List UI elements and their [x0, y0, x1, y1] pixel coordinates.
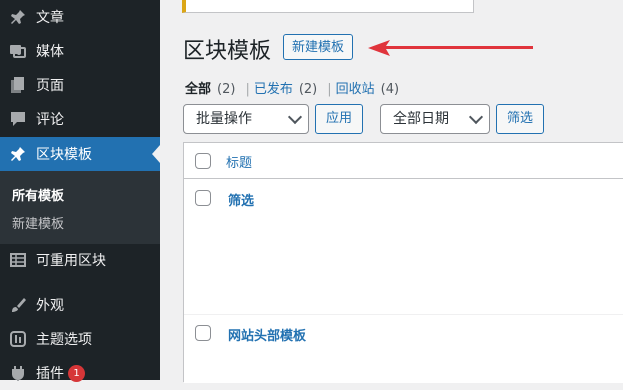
admin-notice: [182, 0, 474, 13]
row-title-link[interactable]: 网站头部模板: [228, 325, 306, 344]
apply-button[interactable]: 应用: [315, 104, 363, 134]
nav-label: 评论: [36, 112, 64, 128]
filter-separator: |: [245, 82, 250, 97]
table-row: 筛选: [184, 179, 623, 315]
comment-icon: [8, 109, 28, 129]
nav-plugins[interactable]: 插件 1: [0, 356, 160, 390]
column-header-title[interactable]: 标题: [226, 152, 252, 171]
templates-table: 标题 筛选 网站头部模板: [183, 142, 623, 383]
row-checkbox[interactable]: [195, 325, 211, 341]
filter-trash[interactable]: 回收站: [336, 82, 375, 97]
nav-appearance[interactable]: 外观: [0, 288, 160, 322]
pin-icon: [8, 7, 28, 27]
chevron-down-icon: [468, 109, 484, 125]
status-filter-links: 全部 (2) | 已发布 (2) | 回收站 (4): [185, 78, 399, 97]
row-title-link[interactable]: 筛选: [228, 190, 254, 209]
nav-reusable-blocks[interactable]: 可重用区块: [0, 243, 160, 277]
page-title: 区块模板: [183, 39, 272, 64]
select-all-checkbox[interactable]: [195, 153, 211, 169]
nav-label: 区块模板: [36, 147, 92, 163]
filter-trash-count: (4): [380, 82, 400, 97]
update-count-badge: 1: [68, 365, 85, 382]
bulk-action-value: 批量操作: [196, 111, 252, 127]
table-row: 网站头部模板: [184, 315, 623, 383]
theme-options-icon: [8, 329, 28, 349]
bulk-action-select[interactable]: 批量操作: [183, 104, 309, 134]
submenu-add-new-template[interactable]: 新建模板: [12, 213, 64, 232]
filter-separator: |: [327, 82, 332, 97]
admin-sidebar: 文章 媒体 页面 评论 区块模板 所有模板 新建模板 可重用区块 外观 主题选项…: [0, 0, 160, 382]
nav-media[interactable]: 媒体: [0, 34, 160, 68]
nav-label: 媒体: [36, 44, 64, 60]
add-new-template-button[interactable]: 新建模板: [283, 34, 354, 60]
submenu-all-templates[interactable]: 所有模板: [12, 185, 64, 204]
plugin-icon: [8, 363, 28, 383]
filter-all-count: (2): [217, 82, 236, 97]
filter-published[interactable]: 已发布: [254, 82, 293, 97]
arrow-annotation-icon: [368, 40, 533, 56]
nav-label: 主题选项: [36, 332, 92, 348]
table-header: 标题: [184, 143, 623, 179]
nav-label: 外观: [36, 298, 64, 314]
nav-block-templates[interactable]: 区块模板: [0, 137, 160, 171]
page-icon: [8, 75, 28, 95]
filter-button[interactable]: 筛选: [496, 104, 544, 134]
nav-label: 页面: [36, 78, 64, 94]
nav-pages[interactable]: 页面: [0, 68, 160, 102]
nav-label: 文章: [36, 10, 64, 26]
nav-label: 可重用区块: [36, 253, 106, 269]
date-filter-value: 全部日期: [393, 111, 449, 127]
nav-comments[interactable]: 评论: [0, 102, 160, 136]
media-icon: [8, 41, 28, 61]
nav-label: 插件 1: [36, 363, 85, 383]
filter-published-count: (2): [298, 82, 318, 97]
chevron-down-icon: [287, 109, 303, 125]
block-templates-submenu: 所有模板 新建模板: [0, 171, 160, 244]
filter-all[interactable]: 全部: [185, 82, 211, 97]
nav-posts[interactable]: 文章: [0, 0, 160, 34]
pin-icon: [8, 144, 28, 164]
brush-icon: [8, 295, 28, 315]
date-filter-select[interactable]: 全部日期: [380, 104, 490, 134]
nav-theme-options[interactable]: 主题选项: [0, 322, 160, 356]
row-checkbox[interactable]: [195, 190, 211, 206]
table-icon: [8, 250, 28, 270]
